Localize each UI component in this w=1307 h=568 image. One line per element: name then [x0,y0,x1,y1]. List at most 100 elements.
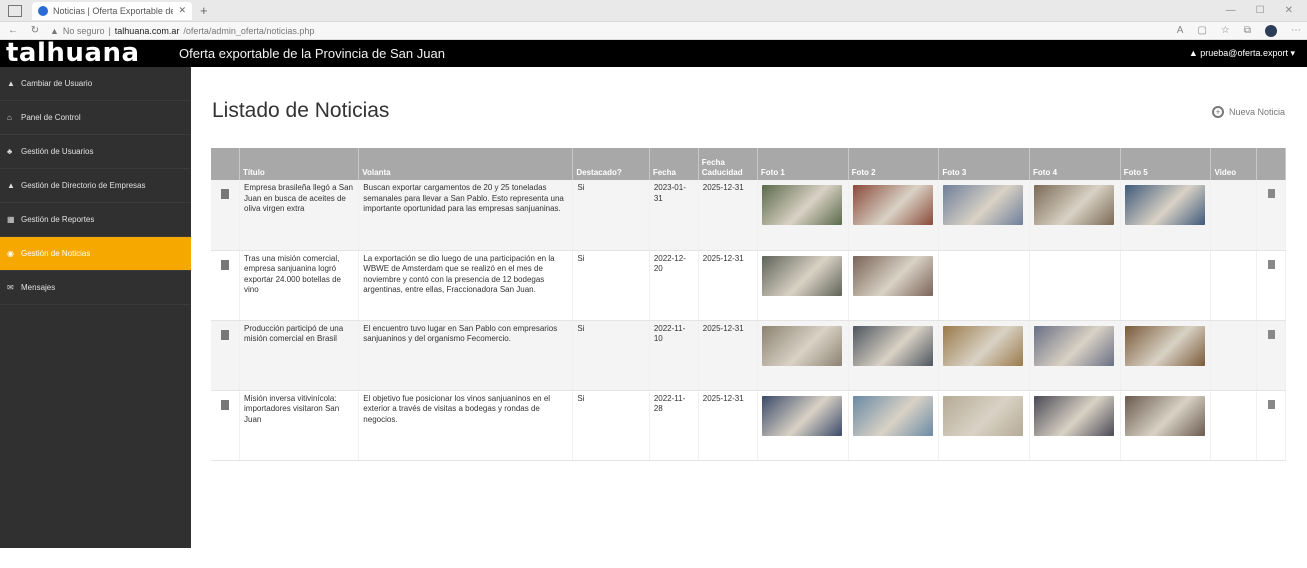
sidebar-item-label: Gestión de Usuarios [21,147,94,156]
trash-icon[interactable] [1267,399,1275,409]
news-photo-thumbnail[interactable] [1034,395,1115,436]
edit-icon[interactable] [221,399,230,410]
sidebar-item-panel-de-control[interactable]: ⌂ Panel de Control [0,101,191,135]
column-header: Video [1210,148,1258,180]
news-photo-thumbnail[interactable] [1034,185,1115,225]
news-photo-thumbnail[interactable] [1124,395,1205,436]
close-tab-icon[interactable]: ✕ [178,5,186,16]
news-lead: Buscan exportar cargamentos de 20 y 25 t… [358,180,574,251]
delete-cell [1256,390,1286,461]
edit-icon[interactable] [221,329,230,340]
photo-cell [1029,250,1121,321]
collections-icon[interactable]: ⧉ [1244,25,1251,36]
news-photo-thumbnail[interactable] [761,325,842,366]
user-menu-label: prueba@oferta.export ▾ [1200,48,1295,58]
edit-icon[interactable] [221,189,230,199]
news-photo-thumbnail[interactable] [943,395,1024,436]
table-row: Tras una misión comercial, empresa sanju… [211,250,1286,321]
sidebar-item-cambiar-de-usuario[interactable]: ▲ Cambiar de Usuario [0,67,191,101]
column-header [1256,148,1286,180]
photo-cell [938,320,1031,391]
more-icon[interactable]: ⋯ [1291,25,1301,36]
logo[interactable]: talhuana [0,40,175,67]
news-photo-thumbnail[interactable] [1124,185,1205,225]
column-header: Fecha [649,148,699,180]
news-title: Tras una misión comercial, empresa sanju… [239,250,360,321]
photo-cell [848,250,940,321]
news-photo-thumbnail[interactable] [1034,325,1115,366]
news-photo-thumbnail[interactable] [852,395,933,436]
featured-flag: Si [572,180,650,251]
photo-cell [938,390,1031,461]
expiry-date: 2025-12-31 [698,180,758,251]
column-header: Foto 3 [938,148,1031,180]
edit-icon[interactable] [221,259,230,270]
browser-tab[interactable]: Noticias | Oferta Exportable de ... ✕ [32,1,192,20]
url-field[interactable]: ▲ No seguro | talhuana.com.ar/oferta/adm… [50,26,1169,36]
favorite-icon[interactable]: ☆ [1221,25,1230,36]
photo-cell [1120,390,1212,461]
maximize-icon[interactable]: ☐ [1256,5,1265,16]
read-aloud-icon[interactable]: A [1177,25,1184,36]
table-row: Producción participó de una misión comer… [211,320,1286,391]
sidebar-item-label: Gestión de Noticias [21,249,91,258]
refresh-icon[interactable]: ↻ [28,25,42,36]
news-table: Título Volanta Destacado? Fecha Fecha Caduci… [211,148,1286,461]
photo-cell [848,180,940,251]
news-photo-thumbnail[interactable] [1124,325,1205,366]
column-header: Foto 5 [1120,148,1212,180]
news-photo-thumbnail[interactable] [852,185,933,225]
sidebar-item-gesti-n-de-reportes[interactable]: ▦ Gestión de Reportes [0,203,191,237]
sidebar-item-gesti-n-de-usuarios[interactable]: ♣ Gestión de Usuarios [0,135,191,169]
column-header: Foto 4 [1029,148,1121,180]
news-date: 2022-11-10 [649,320,699,391]
sidebar-item-label: Panel de Control [21,113,81,122]
news-photo-thumbnail[interactable] [761,395,842,436]
new-news-button[interactable]: + Nueva Noticia [1211,106,1285,118]
envelope-icon: ✉ [7,283,14,292]
news-photo-thumbnail[interactable] [852,255,933,296]
tab-actions-icon[interactable] [8,4,22,17]
video-cell [1210,320,1258,391]
back-icon[interactable]: ← [6,25,20,36]
column-header: Destacado? [572,148,650,180]
profile-avatar[interactable] [1265,24,1277,37]
reader-icon[interactable]: ▢ [1197,25,1206,36]
edit-cell [211,250,241,321]
security-status: No seguro [62,25,105,36]
sidebar-item-label: Gestión de Reportes [21,215,95,224]
user-menu[interactable]: ▲ prueba@oferta.export ▾ [1189,48,1307,59]
news-photo-thumbnail[interactable] [761,185,842,225]
url-host: talhuana.com.ar [114,25,180,36]
close-window-icon[interactable]: ✕ [1285,5,1293,16]
sidebar-item-mensajes[interactable]: ✉ Mensajes [0,271,191,305]
news-photo-thumbnail[interactable] [943,185,1024,225]
news-lead: La exportación se dio luego de una parti… [358,250,574,321]
news-lead: El objetivo fue posicionar los vinos san… [358,390,574,461]
sidebar-item-gesti-n-de-directorio-de-empresas[interactable]: ▲ Gestión de Directorio de Empresas [0,169,191,203]
featured-flag: Si [572,250,650,321]
expiry-date: 2025-12-31 [698,250,758,321]
minimize-icon[interactable]: — [1226,5,1236,16]
tab-title: Noticias | Oferta Exportable de ... [53,5,174,16]
expiry-date: 2025-12-31 [698,390,758,461]
trash-icon[interactable] [1267,189,1275,198]
edit-cell [211,320,241,391]
browser-toolbar: A ▢ ☆ ⧉ ⋯ [1177,24,1301,37]
news-photo-thumbnail[interactable] [852,325,933,366]
photo-cell [1029,320,1121,391]
news-photo-thumbnail[interactable] [943,325,1024,366]
video-cell [1210,180,1258,251]
page-title: Listado de Noticias [212,99,390,122]
new-tab-icon[interactable]: + [200,3,208,18]
expiry-date: 2025-12-31 [698,320,758,391]
news-photo-thumbnail[interactable] [761,255,842,296]
sidebar: ▲ Cambiar de Usuario ⌂ Panel de Control ♣ Ges… [0,67,191,548]
trash-icon[interactable] [1267,329,1275,339]
delete-cell [1256,250,1286,321]
trash-icon[interactable] [1267,259,1275,269]
app-header: talhuana Oferta exportable de la Provinc… [0,40,1307,67]
column-header [211,148,241,180]
news-lead: El encuentro tuvo lugar en San Pablo con… [358,320,574,391]
sidebar-item-gesti-n-de-noticias[interactable]: ◉ Gestión de Noticias [0,237,191,271]
